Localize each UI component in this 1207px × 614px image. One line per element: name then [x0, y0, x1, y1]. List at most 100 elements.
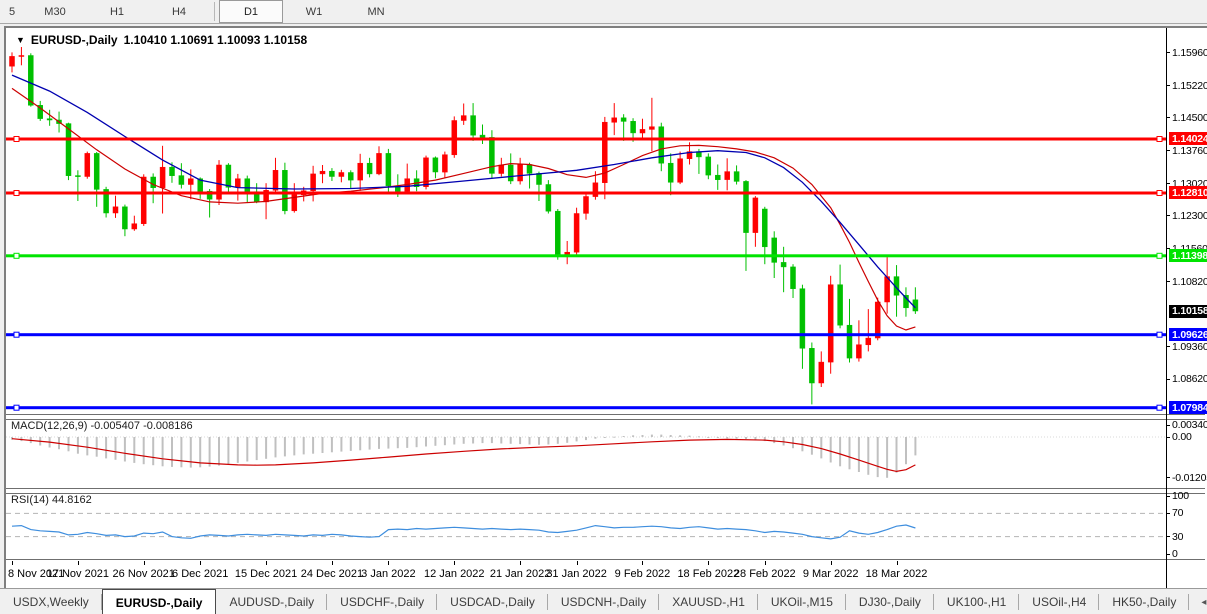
- date-label: 18 Mar 2022: [866, 568, 928, 580]
- date-tick-mark: [520, 561, 521, 565]
- date-tick-mark: [266, 561, 267, 565]
- rsi-tick-label: 0: [1172, 548, 1207, 560]
- current-price-flag: 1.10158: [1169, 305, 1207, 318]
- timeframe-button-h1[interactable]: H1: [86, 0, 148, 23]
- line-drag-handle[interactable]: [1157, 137, 1162, 142]
- tab-scroll-left-icon[interactable]: ◂: [1201, 597, 1206, 608]
- price-tick-label: 1.14500: [1172, 112, 1207, 124]
- timeframe-button-h4[interactable]: H4: [148, 0, 210, 23]
- timeframe-button-mn[interactable]: MN: [345, 0, 407, 23]
- price-tick-label: 1.10820: [1172, 276, 1207, 288]
- date-tick-mark: [765, 561, 766, 565]
- date-label: 31 Jan 2022: [546, 568, 607, 580]
- chart-tab-usdcnh-daily[interactable]: USDCNH-,Daily: [548, 589, 659, 614]
- tab-scroll-arrows: ◂▸: [1191, 589, 1207, 614]
- horizontal-line-object[interactable]: [6, 333, 1166, 336]
- rsi-indicator-label: RSI(14) 44.8162: [11, 494, 92, 506]
- chart-tab-ukoil-m15[interactable]: UKOil-,M15: [758, 589, 846, 614]
- timeframe-toolbar: 5M30H1H4 D1W1MN: [0, 0, 1207, 24]
- line-drag-handle[interactable]: [14, 332, 19, 337]
- toolbar-separator: [214, 2, 215, 21]
- date-tick-mark: [708, 561, 709, 565]
- chart-tab-usoil-h4[interactable]: USOil-,H4: [1019, 589, 1099, 614]
- price-tick-label: 1.09360: [1172, 341, 1207, 353]
- date-tick-mark: [831, 561, 832, 565]
- price-tick-label: 1.08620: [1172, 373, 1207, 385]
- macd-tick-mark: [1166, 437, 1170, 438]
- timeframe-button-w1[interactable]: W1: [283, 0, 345, 23]
- line-drag-handle[interactable]: [1157, 253, 1162, 258]
- macd-tick-label: -0.012050: [1172, 472, 1207, 484]
- rsi-tick-mark: [1166, 536, 1170, 537]
- horizontal-line-object[interactable]: [6, 406, 1166, 409]
- price-tick-mark: [1166, 85, 1170, 86]
- price-axis-line: [1166, 28, 1167, 588]
- main-price-chart: [6, 28, 1166, 415]
- price-tick-label: 1.13760: [1172, 145, 1207, 157]
- price-tick-mark: [1166, 379, 1170, 380]
- chart-tab-uk100-h1[interactable]: UK100-,H1: [934, 589, 1019, 614]
- line-price-flag: 1.14024: [1169, 132, 1207, 145]
- date-tick-mark: [577, 561, 578, 565]
- timeframe-button-d1[interactable]: D1: [219, 0, 283, 23]
- rsi-tick-mark: [1166, 513, 1170, 514]
- line-drag-handle[interactable]: [1157, 405, 1162, 410]
- chart-tab-dj30-daily[interactable]: DJ30-,Daily: [846, 589, 934, 614]
- date-label: 26 Nov 2021: [113, 568, 175, 580]
- line-price-flag: 1.12810: [1169, 186, 1207, 199]
- line-drag-handle[interactable]: [14, 137, 19, 142]
- line-price-flag: 1.11398: [1169, 249, 1207, 262]
- chart-tab-eurusd-daily[interactable]: EURUSD-,Daily: [102, 589, 217, 614]
- chart-ohlc-values: 1.10410 1.10691 1.10093 1.10158: [124, 33, 308, 47]
- macd-tick-label: 0.00: [1172, 431, 1207, 443]
- chart-dropdown-icon[interactable]: ▼: [16, 35, 25, 45]
- line-drag-handle[interactable]: [1157, 332, 1162, 337]
- date-label: 6 Dec 2021: [172, 568, 228, 580]
- date-tick-mark: [200, 561, 201, 565]
- chart-tab-hk50-daily[interactable]: HK50-,Daily: [1099, 589, 1189, 614]
- chart-tab-usdx-weekly[interactable]: USDX,Weekly: [0, 589, 102, 614]
- date-label: 12 Jan 2022: [424, 568, 485, 580]
- date-tick-mark: [388, 561, 389, 565]
- macd-tick-label: 0.003408: [1172, 419, 1207, 431]
- chart-tab-audusd-daily[interactable]: AUDUSD-,Daily: [216, 589, 327, 614]
- line-drag-handle[interactable]: [1157, 191, 1162, 196]
- date-label: 17 Nov 2021: [47, 568, 109, 580]
- chart-symbol-label: EURUSD-,Daily: [31, 33, 118, 47]
- timeframe-button-5[interactable]: 5: [0, 0, 24, 23]
- macd-tick-mark: [1166, 477, 1170, 478]
- chart-tab-xauusd-h1[interactable]: XAUUSD-,H1: [659, 589, 758, 614]
- line-drag-handle[interactable]: [14, 405, 19, 410]
- rsi-tick-mark: [1166, 554, 1170, 555]
- price-tick-mark: [1166, 215, 1170, 216]
- date-label: 3 Jan 2022: [361, 568, 415, 580]
- date-label: 9 Mar 2022: [803, 568, 859, 580]
- trading-platform-window: 5M30H1H4 D1W1MN ▼ EURUSD-,Daily 1.10410 1…: [0, 0, 1207, 614]
- chart-tab-usdchf-daily[interactable]: USDCHF-,Daily: [327, 589, 437, 614]
- date-tick-mark: [897, 561, 898, 565]
- price-tick-mark: [1166, 52, 1170, 53]
- date-label: 15 Dec 2021: [235, 568, 297, 580]
- horizontal-line-object[interactable]: [6, 254, 1166, 257]
- macd-tick-mark: [1166, 425, 1170, 426]
- timeframe-button-m30[interactable]: M30: [24, 0, 86, 23]
- chart-tab-usdcad-daily[interactable]: USDCAD-,Daily: [437, 589, 548, 614]
- line-drag-handle[interactable]: [14, 191, 19, 196]
- date-label: 28 Feb 2022: [734, 568, 796, 580]
- line-price-flag: 1.09626: [1169, 328, 1207, 341]
- price-tick-label: 1.15960: [1172, 47, 1207, 59]
- date-label: 18 Feb 2022: [677, 568, 739, 580]
- horizontal-line-object[interactable]: [6, 138, 1166, 141]
- horizontal-line-object[interactable]: [6, 192, 1166, 195]
- rsi-panel: [6, 492, 1166, 558]
- price-tick-label: 1.15220: [1172, 80, 1207, 92]
- line-price-flag: 1.07984: [1169, 401, 1207, 414]
- date-axis[interactable]: 8 Nov 202117 Nov 202126 Nov 20216 Dec 20…: [6, 559, 1205, 589]
- line-drag-handle[interactable]: [14, 253, 19, 258]
- date-tick-mark: [78, 561, 79, 565]
- macd-indicator-label: MACD(12,26,9) -0.005407 -0.008186: [11, 420, 193, 432]
- price-tick-mark: [1166, 281, 1170, 282]
- chart-window: ▼ EURUSD-,Daily 1.10410 1.10691 1.10093 …: [4, 26, 1207, 590]
- chart-title: ▼ EURUSD-,Daily 1.10410 1.10691 1.10093 …: [16, 33, 307, 47]
- rsi-tick-label: 100: [1172, 490, 1207, 502]
